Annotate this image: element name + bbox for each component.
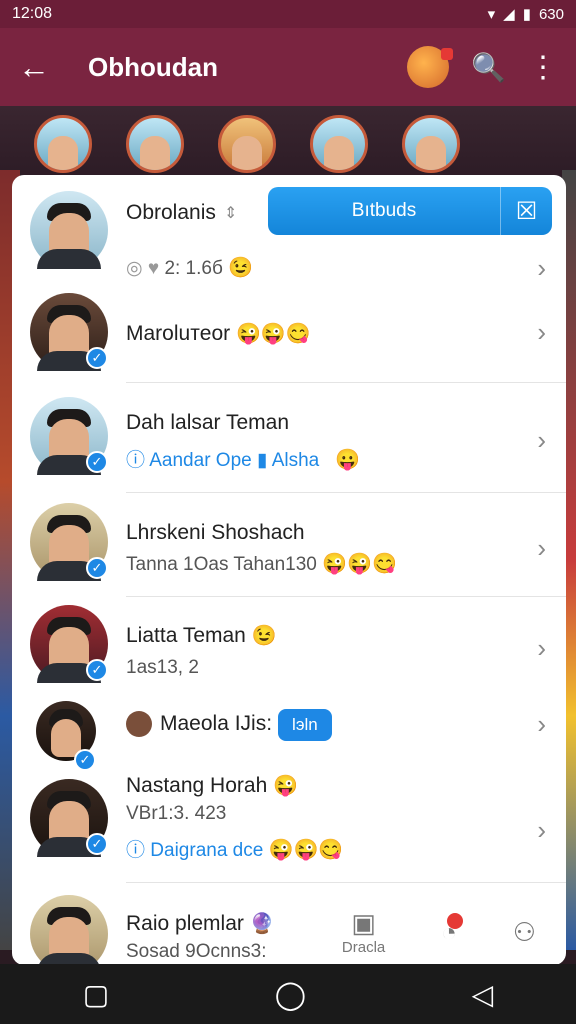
nav-item-profile[interactable]: ⚇ — [513, 917, 536, 948]
page-title: Obhoudan — [88, 51, 218, 82]
avatar: ✓ — [30, 397, 108, 475]
avatar: ✓ — [30, 779, 108, 857]
list-item[interactable]: ✓ Dah lalsar Teman ⓘ Aandar Ope ▮ Alsha … — [12, 383, 566, 493]
bottom-navigation: ▣ Dracla ◔ ⚇ — [314, 900, 564, 964]
wifi-icon: ▾ — [487, 6, 496, 23]
status-right-text: 630 — [538, 5, 564, 23]
avatar — [30, 191, 108, 269]
story-avatar[interactable] — [218, 115, 276, 173]
heart-icon: ♥ — [147, 258, 160, 279]
app-bar: ← Obhoudan 🔍 ⋮ — [0, 28, 576, 106]
status-icon: ◎ — [126, 258, 143, 279]
list-item-name: Dah lalsar Teman — [126, 411, 290, 434]
action-button-label: Bıtbuds — [351, 200, 417, 221]
chat-list-panel: Obrolanis ⇕ Bıtbuds ☒ ◎ ♥ 2: 1.6б 😉 › ✓ … — [12, 175, 566, 965]
notification-dot — [446, 912, 463, 929]
list-item-subtitle-2: ⓘ Daigrana dce 😜😜😋 — [126, 839, 344, 861]
list-item[interactable]: ✓ Lhrskeni Shoshach Tanna 1Oas Tahan130 … — [12, 493, 566, 597]
back-arrow-icon[interactable]: ← — [18, 49, 68, 86]
status-bar: 12:08 ▾ ◢ ▮ 630 — [0, 0, 576, 28]
chevron-right-icon[interactable]: › — [537, 815, 546, 846]
list-item[interactable]: ✓ Nastang Horah 😜 VBr1:3. 423 ⓘ Daigrana… — [12, 753, 566, 883]
status-icons: ▾ ◢ ▮ 630 — [487, 5, 564, 24]
home-icon[interactable]: ◯ — [275, 978, 306, 1011]
verified-circle-icon: ⓘ — [126, 840, 146, 861]
status-time: 12:08 — [12, 5, 53, 22]
back-triangle-icon[interactable]: ◁ — [472, 978, 494, 1011]
verified-circle-icon: ⓘ — [126, 450, 146, 471]
verified-icon: ✓ — [86, 659, 108, 681]
list-item[interactable]: ✓ Liatta Teman 😉 1as13, 2 › — [12, 597, 566, 697]
list-item[interactable]: ✓ Maroluтeor 😜😜😋 › — [12, 285, 566, 383]
more-vert-icon[interactable]: ⋮ — [528, 50, 558, 85]
chevron-right-icon[interactable]: › — [537, 709, 546, 740]
search-icon[interactable]: 🔍 — [471, 51, 506, 84]
avatar: ✓ — [30, 503, 108, 581]
chevron-right-icon[interactable]: › — [537, 425, 546, 456]
person-icon: ⚇ — [512, 916, 537, 947]
list-item-subtitle: ⓘ Aandar Ope ▮ Alsha 😛 — [126, 449, 360, 471]
action-button[interactable]: Bıtbuds ☒ — [268, 187, 552, 235]
join-button[interactable]: lэln — [278, 709, 332, 741]
avatar: ✓ — [30, 293, 108, 371]
list-item-name: Nastang Horah 😜 — [126, 774, 298, 797]
chevron-right-icon[interactable]: › — [537, 633, 546, 664]
story-strip — [0, 106, 576, 182]
chevron-right-icon[interactable]: › — [537, 317, 546, 348]
app-bar-actions: 🔍 ⋮ — [407, 46, 558, 88]
chevron-right-icon[interactable]: › — [537, 533, 546, 564]
verified-icon: ✓ — [86, 451, 108, 473]
chevron-right-icon[interactable]: › — [537, 253, 546, 284]
verified-icon: ✓ — [86, 833, 108, 855]
recent-apps-icon[interactable]: ▢ — [83, 978, 109, 1011]
verified-icon: ✓ — [86, 557, 108, 579]
mic-icon: ▮ — [257, 450, 268, 471]
sort-icon[interactable]: ⇕ — [224, 203, 237, 223]
list-item-header[interactable]: Obrolanis ⇕ Bıtbuds ☒ ◎ ♥ 2: 1.6б 😉 › — [12, 175, 566, 285]
close-box-icon[interactable]: ☒ — [500, 187, 552, 235]
story-avatar[interactable] — [402, 115, 460, 173]
avatar — [30, 895, 108, 965]
list-item-subtitle: Sosad 9Ocnns3: — [126, 941, 267, 962]
list-item-name: Maeola IJis: lэln — [126, 709, 332, 741]
notification-badge — [441, 48, 454, 60]
list-item-name: Raio plemlar 🔮 — [126, 912, 275, 935]
list-item-subtitle: VBr1:3. 423 — [126, 803, 227, 824]
avatar: ✓ — [36, 701, 96, 771]
list-item-stats: ◎ ♥ 2: 1.6б 😉 — [126, 257, 254, 279]
list-item-subtitle: Tanna 1Oas Tahan130 😜😜😋 — [126, 553, 397, 575]
story-avatar[interactable] — [34, 115, 92, 173]
calendar-icon: ▣ — [351, 908, 376, 938]
mascot-avatar[interactable] — [407, 46, 454, 88]
emoji: 😉 — [228, 257, 254, 279]
story-avatar[interactable] — [310, 115, 368, 173]
list-item-subtitle: 1as13, 2 — [126, 657, 199, 678]
avatar: ✓ — [30, 605, 108, 683]
list-item-name: Obrolanis — [126, 201, 216, 224]
story-avatar[interactable] — [126, 115, 184, 173]
battery-icon: ▮ — [522, 6, 531, 23]
list-item-name: Maroluтeor 😜😜😋 — [126, 322, 311, 345]
nav-item-label: Dracla — [341, 939, 386, 956]
list-item-name: Liatta Teman 😉 — [126, 624, 277, 647]
list-item-name: Lhrskeni Shoshach — [126, 521, 305, 544]
signal-icon: ◢ — [503, 6, 515, 23]
verified-icon: ✓ — [86, 347, 108, 369]
nav-item-notifications[interactable]: ◔ — [441, 912, 463, 948]
list-item[interactable]: ✓ Maeola IJis: lэln › — [12, 697, 566, 771]
nav-item-dracla[interactable]: ▣ Dracla — [342, 908, 385, 956]
mini-avatar — [126, 711, 152, 738]
system-navigation-bar: ▢ ◯ ◁ — [0, 964, 576, 1024]
